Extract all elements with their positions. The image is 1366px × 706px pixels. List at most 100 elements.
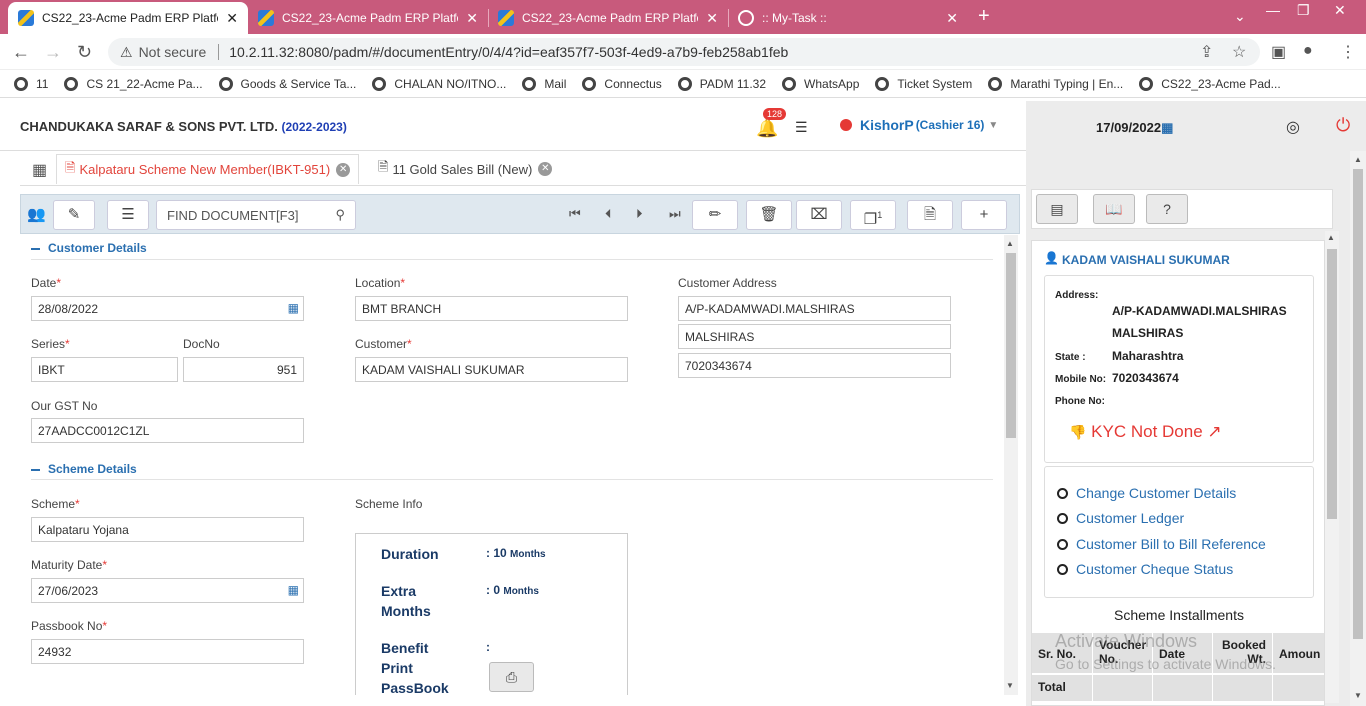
tab-search-icon[interactable]: ⌄ bbox=[1234, 6, 1246, 26]
forward-icon[interactable]: → bbox=[44, 42, 62, 63]
scroll-up-icon[interactable]: ▲ bbox=[1327, 233, 1335, 242]
bookmark-star-icon[interactable]: ☆ bbox=[1232, 42, 1246, 62]
page-scrollbar[interactable]: ▲ ▼ bbox=[1350, 151, 1366, 706]
customer-card-scrollbar[interactable]: ▲ bbox=[1325, 231, 1339, 703]
eye-slash-icon[interactable]: ◎ bbox=[1286, 117, 1300, 137]
bill-to-bill-link[interactable]: Customer Bill to Bill Reference bbox=[1057, 536, 1266, 552]
bookmark-item[interactable]: 11 bbox=[14, 76, 48, 91]
docno-field[interactable]: 951 bbox=[183, 357, 304, 382]
close-tab-icon[interactable]: ✕ bbox=[226, 10, 238, 27]
close-tab-icon[interactable]: ✕ bbox=[466, 10, 478, 27]
close-tab-icon[interactable]: ✕ bbox=[946, 10, 958, 27]
add-new-button[interactable]: + bbox=[961, 200, 1007, 230]
doc-tab-scheme[interactable]: 🗎 Kalpataru Scheme New Member(IBKT-951) … bbox=[56, 154, 360, 184]
minimize-icon[interactable]: — bbox=[1266, 0, 1280, 20]
report-button[interactable]: 🗎 bbox=[907, 200, 953, 230]
scheme-field[interactable]: Kalpataru Yojana bbox=[31, 517, 304, 542]
calendar-icon[interactable]: ▦ bbox=[288, 583, 299, 597]
cheque-status-link[interactable]: Customer Cheque Status bbox=[1057, 561, 1233, 577]
user-menu[interactable]: KishorP (Cashier 16) ▼ bbox=[840, 117, 998, 133]
scroll-thumb[interactable] bbox=[1006, 253, 1016, 438]
edit-button[interactable]: ✏ bbox=[692, 200, 738, 230]
restore-icon[interactable]: ❐ bbox=[1297, 0, 1310, 20]
close-window-icon[interactable]: ✕ bbox=[1334, 0, 1346, 20]
bookmark-item[interactable]: PADM 11.32 bbox=[677, 76, 766, 91]
location-field[interactable]: BMT BRANCH bbox=[355, 296, 628, 321]
address-line2-field[interactable]: MALSHIRAS bbox=[678, 324, 951, 349]
first-record-icon[interactable]: ⏮ bbox=[569, 206, 581, 222]
scroll-down-icon[interactable]: ▼ bbox=[1354, 691, 1362, 700]
bell-icon[interactable]: 🔔 bbox=[756, 118, 778, 139]
browser-tab-1[interactable]: CS22_23-Acme Padm ERP Platfor ✕ bbox=[8, 2, 248, 34]
next-record-icon[interactable]: ⏵ bbox=[636, 206, 643, 222]
users-icon[interactable]: 👥 bbox=[27, 205, 46, 223]
bookmark-item[interactable]: CHALAN NO/ITNO... bbox=[372, 76, 506, 91]
search-icon[interactable]: ⚲ bbox=[335, 207, 345, 223]
not-secure-label: Not secure bbox=[138, 44, 207, 60]
current-date[interactable]: 17/09/2022▦ bbox=[1096, 120, 1173, 136]
bookmark-item[interactable]: WhatsApp bbox=[782, 76, 859, 91]
bookmark-item[interactable]: CS22_23-Acme Pad... bbox=[1139, 76, 1281, 91]
url-field[interactable]: ⚠ Not secure 10.2.11.32:8080/padm/#/docu… bbox=[108, 38, 1260, 66]
scroll-thumb[interactable] bbox=[1353, 169, 1363, 639]
calendar-icon[interactable]: ▦ bbox=[288, 301, 299, 315]
card-view-button[interactable]: ▤ bbox=[1036, 194, 1078, 224]
passbook-field[interactable]: 24932 bbox=[31, 639, 304, 664]
browser-tab-3[interactable]: CS22_23-Acme Padm ERP Platfor ✕ bbox=[488, 2, 728, 34]
close-tab-icon[interactable]: ✕ bbox=[706, 10, 718, 27]
series-field[interactable]: IBKT bbox=[31, 357, 178, 382]
cancel-document-button[interactable]: ⌧ bbox=[796, 200, 842, 230]
edit-form-button[interactable]: ✎ bbox=[53, 200, 95, 230]
scroll-thumb[interactable] bbox=[1327, 249, 1337, 519]
gst-field[interactable]: 27AADCC0012C1ZL bbox=[31, 418, 304, 443]
form-scrollbar[interactable]: ▲ ▼ bbox=[1004, 235, 1018, 695]
duration-label: Duration bbox=[381, 546, 439, 562]
bookmark-item[interactable]: Ticket System bbox=[875, 76, 972, 91]
profile-avatar-icon[interactable]: ● bbox=[1303, 42, 1313, 60]
delete-button[interactable]: 🗑 bbox=[746, 200, 792, 230]
print-passbook-button[interactable]: ⎙ bbox=[489, 662, 534, 692]
address-line3-field[interactable]: 7020343674 bbox=[678, 353, 951, 378]
bookmark-item[interactable]: CS 21_22-Acme Pa... bbox=[64, 76, 203, 91]
bookmark-label: CS22_23-Acme Pad... bbox=[1161, 76, 1281, 91]
address-line1-field[interactable]: A/P-KADAMWADI.MALSHIRAS bbox=[678, 296, 951, 321]
back-icon[interactable]: ← bbox=[12, 42, 30, 63]
kyc-status[interactable]: 👎 KYC Not Done ↗ bbox=[1069, 422, 1222, 442]
bookmark-item[interactable]: Connectus bbox=[582, 76, 662, 91]
customer-ledger-link[interactable]: Customer Ledger bbox=[1057, 510, 1184, 526]
browser-tab-2[interactable]: CS22_23-Acme Padm ERP Platfor ✕ bbox=[248, 2, 488, 34]
maturity-date-field[interactable]: 27/06/2023 ▦ bbox=[31, 578, 304, 603]
address-line1: A/P-KADAMWADI.MALSHIRAS bbox=[1112, 304, 1287, 318]
help-button[interactable]: ? bbox=[1146, 194, 1188, 224]
date-field[interactable]: 28/08/2022 ▦ bbox=[31, 296, 304, 321]
scroll-up-icon[interactable]: ▲ bbox=[1354, 155, 1362, 164]
bookmark-item[interactable]: Marathi Typing | En... bbox=[988, 76, 1123, 91]
customer-details-header[interactable]: Customer Details bbox=[31, 241, 147, 255]
bookmarks-bar: 11 CS 21_22-Acme Pa... Goods & Service T… bbox=[0, 70, 1366, 98]
server-icon[interactable]: ☰ bbox=[795, 119, 808, 136]
last-record-icon[interactable]: ⏭ bbox=[669, 206, 681, 222]
find-document-field[interactable]: FIND DOCUMENT[F3] ⚲ bbox=[156, 200, 356, 230]
list-view-button[interactable]: ☰ bbox=[107, 200, 149, 230]
customer-field[interactable]: KADAM VAISHALI SUKUMAR bbox=[355, 357, 628, 382]
apps-grid-icon[interactable]: ▦ bbox=[32, 160, 47, 180]
menu-kebab-icon[interactable]: ⋮ bbox=[1340, 42, 1356, 62]
scroll-down-icon[interactable]: ▼ bbox=[1006, 681, 1014, 690]
scroll-up-icon[interactable]: ▲ bbox=[1006, 239, 1014, 248]
close-doc-tab-icon[interactable]: ✕ bbox=[336, 162, 351, 177]
change-customer-details-link[interactable]: Change Customer Details bbox=[1057, 485, 1236, 501]
bookmark-item[interactable]: Mail bbox=[522, 76, 566, 91]
reload-icon[interactable]: ↻ bbox=[77, 42, 92, 63]
book-button[interactable]: 📖 bbox=[1093, 194, 1135, 224]
copy-documents-button[interactable]: ❐1 bbox=[850, 200, 896, 230]
bookmark-item[interactable]: Goods & Service Ta... bbox=[218, 76, 356, 91]
power-icon[interactable]: ⏻ bbox=[1336, 115, 1350, 136]
share-icon[interactable]: ⇪ bbox=[1200, 42, 1213, 62]
browser-tab-4[interactable]: :: My-Task :: ✕ bbox=[728, 2, 968, 34]
new-tab-button[interactable]: + bbox=[978, 6, 990, 26]
previous-record-icon[interactable]: ⏴ bbox=[605, 206, 612, 222]
side-panel-icon[interactable]: ▣ bbox=[1271, 42, 1286, 62]
close-doc-tab-icon[interactable]: ✕ bbox=[538, 162, 553, 176]
doc-tab-gold-sales[interactable]: 🗎 11 Gold Sales Bill (New) ✕ bbox=[370, 154, 560, 184]
scheme-details-header[interactable]: Scheme Details bbox=[31, 462, 137, 476]
